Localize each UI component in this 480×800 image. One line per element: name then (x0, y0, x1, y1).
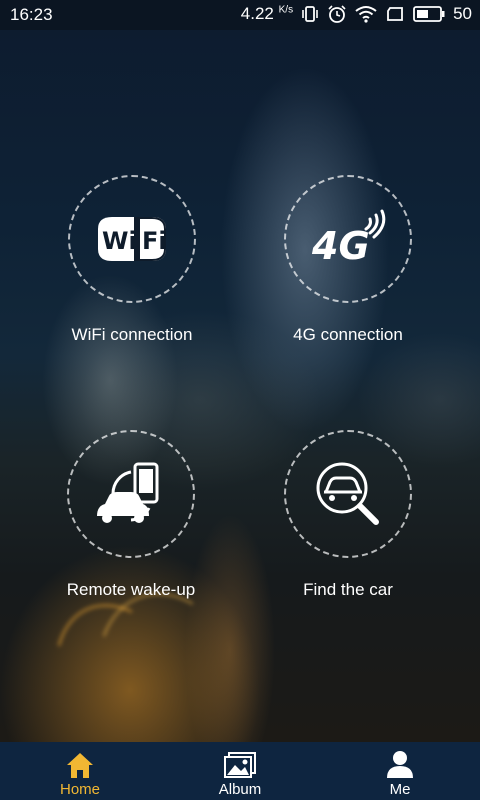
4g-signal-icon: 4G (311, 209, 386, 268)
4g-logo-text: 4G (311, 224, 370, 268)
sim-icon (387, 7, 403, 21)
nav-album-label: Album (218, 781, 262, 798)
home-icon (67, 753, 93, 778)
battery-icon (413, 6, 445, 22)
nav-me-label: Me (389, 781, 411, 798)
vibrate-icon (302, 6, 318, 22)
remote-wake-up-circle[interactable] (67, 430, 195, 558)
status-time: 16:23 (10, 5, 53, 24)
network-speed-unit: K/s (278, 4, 294, 16)
alarm-icon (328, 5, 346, 23)
find-the-car-button[interactable]: Find the car (248, 430, 448, 600)
4g-connection-label: 4G connection (293, 325, 403, 344)
network-speed: 4.22 K/s (241, 4, 293, 24)
network-speed-value: 4.22 (240, 4, 274, 23)
battery-level: 50 (453, 4, 472, 23)
nav-home-label: Home (59, 781, 100, 798)
bottom-nav: Home Album Me (0, 742, 480, 800)
car-search-icon (316, 462, 379, 525)
wifi-signal-icon (355, 6, 377, 23)
status-bar: 16:23 4.22 K/s 50 (0, 0, 480, 30)
wifi-connection-label: WiFi connection (71, 325, 193, 344)
background-image (0, 0, 480, 742)
nav-album[interactable]: Album (160, 742, 320, 800)
album-icon (224, 752, 256, 778)
wifi-logo-text: Wi (102, 227, 137, 255)
nav-home[interactable]: Home (0, 742, 160, 800)
nav-me[interactable]: Me (320, 742, 480, 800)
status-icons: 4.22 K/s 50 (241, 4, 472, 24)
wifi-connection-button[interactable]: Wi Fi WiFi connection (32, 175, 232, 345)
remote-wake-up-label: Remote wake-up (66, 580, 196, 599)
wifi-connection-circle[interactable]: Wi Fi (68, 175, 196, 303)
find-the-car-label: Find the car (303, 580, 393, 599)
find-the-car-circle[interactable] (284, 430, 412, 558)
car-phone-sync-icon (97, 462, 159, 523)
wifi-logo-icon: Wi Fi (98, 217, 167, 261)
remote-wake-up-button[interactable]: Remote wake-up (31, 430, 231, 600)
4g-connection-circle[interactable]: 4G (284, 175, 412, 303)
4g-connection-button[interactable]: 4G 4G connection (248, 175, 448, 345)
svg-text:Fi: Fi (142, 227, 167, 255)
person-icon (387, 751, 413, 778)
